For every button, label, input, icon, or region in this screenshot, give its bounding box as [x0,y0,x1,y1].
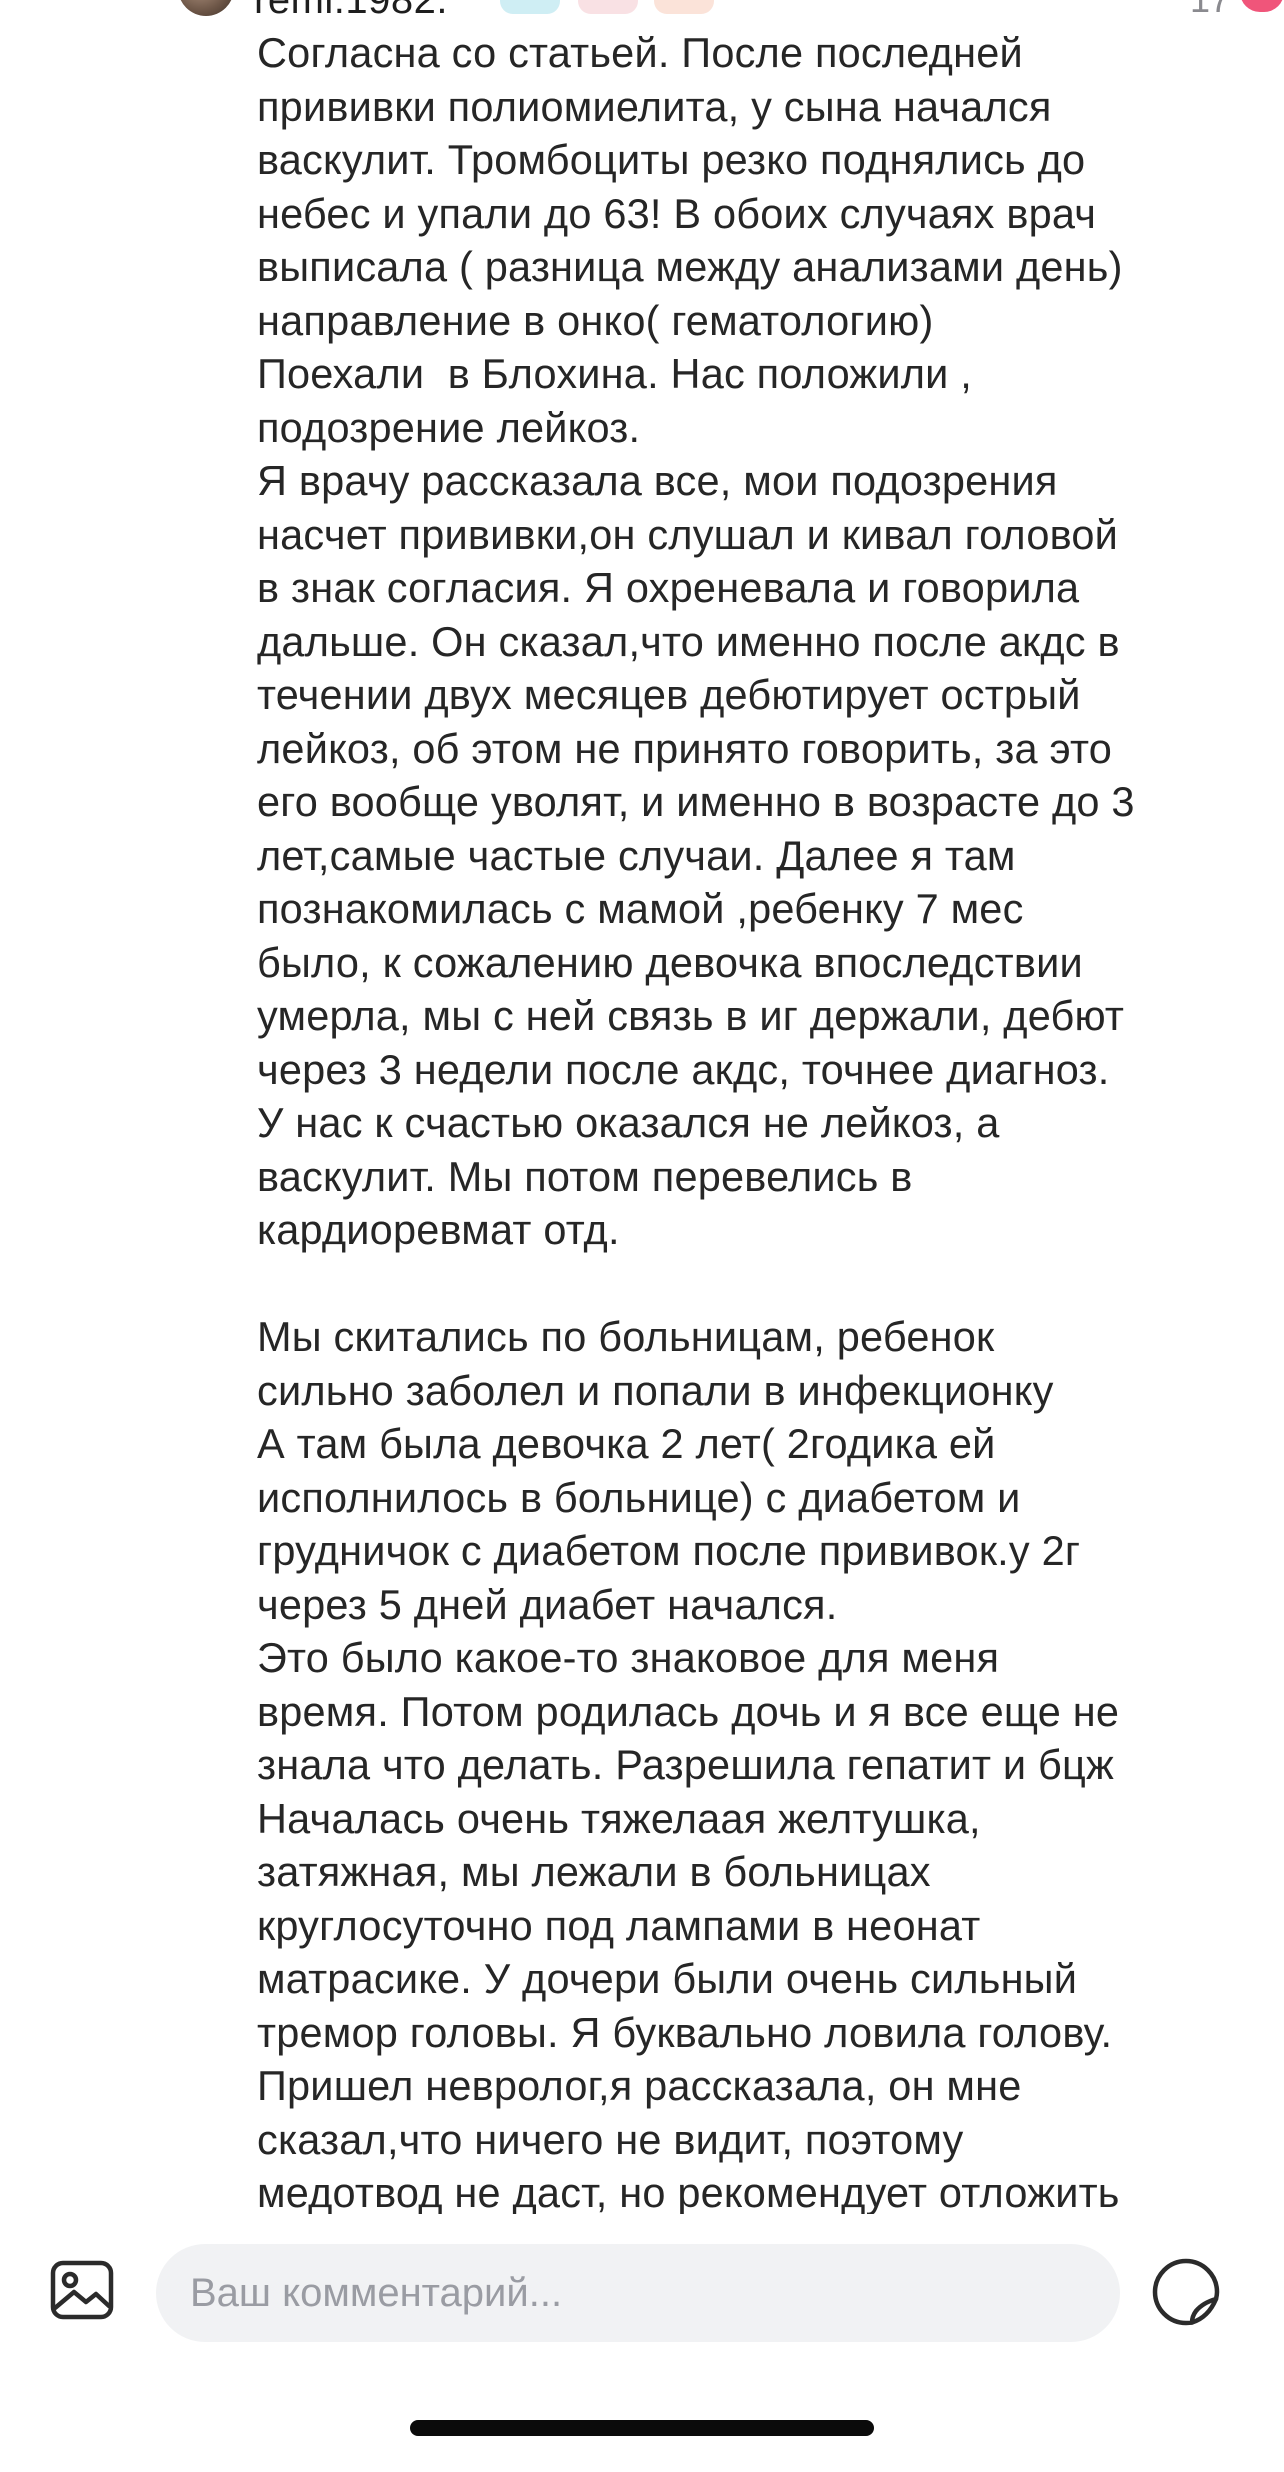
comment-header: remi.1982. 17 [178,0,1284,22]
comment-input[interactable] [156,2244,1120,2342]
sticker-button[interactable] [1146,2252,1226,2332]
like-count: 17 [1190,0,1230,22]
heart-icon[interactable] [1240,0,1284,12]
user-badge-3 [654,0,714,14]
comments-screen: remi.1982. 17 Согласна со статьей. После… [0,0,1284,2472]
sticker-icon [1152,2258,1220,2326]
user-badge-2 [578,0,638,14]
home-indicator [410,2420,874,2436]
attach-image-button[interactable] [44,2252,120,2328]
comment-author[interactable]: remi.1982. [254,0,448,22]
comment-input-bar [0,2214,1284,2374]
comment-text: Согласна со статьей. После последней при… [257,29,1135,2214]
image-icon [50,2260,114,2320]
user-badge-1 [500,0,560,14]
avatar[interactable] [178,0,234,16]
